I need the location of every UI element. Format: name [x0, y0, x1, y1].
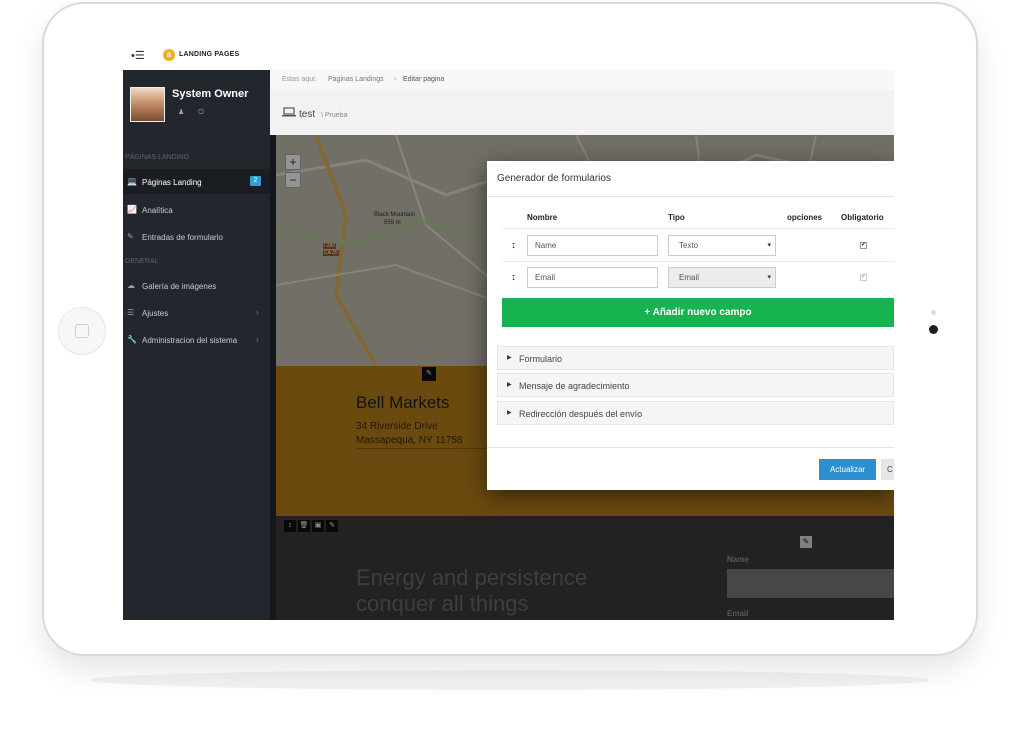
field-type-value: Texto	[679, 241, 699, 250]
modal-header-divider	[487, 196, 894, 197]
sidebar-item-landing-pages[interactable]: 💻 Páginas Landing 2	[123, 169, 270, 194]
chevron-down-icon: ▾	[767, 274, 771, 281]
user-name: System Owner	[172, 88, 249, 100]
sidebar-item-label: Páginas Landing	[142, 178, 202, 187]
caret-right-icon: ▶	[507, 355, 512, 361]
caret-right-icon: ▶	[507, 382, 512, 388]
accordion-label: Redirección después del envío	[519, 409, 643, 419]
sidebar-item-label: Ajustes	[142, 309, 169, 318]
field-type-select[interactable]: Email ▾	[668, 267, 776, 288]
sidebar: System Owner ♟ ⏻ PÁGINAS LANDING 💻 Págin…	[123, 70, 270, 620]
breadcrumb-current: Editar pagina	[403, 76, 445, 83]
page-title: test	[299, 109, 316, 120]
sidebar-item-image-gallery[interactable]: ☁ Galería de imágenes	[123, 273, 270, 298]
sliders-icon: ☰	[127, 308, 135, 317]
section-label-general: GENERAL	[125, 258, 159, 265]
field-name-input[interactable]: Email	[527, 267, 658, 288]
count-badge: 2	[250, 176, 261, 186]
required-checkbox[interactable]: ✔	[860, 242, 867, 249]
field-name-input[interactable]: Name	[527, 235, 658, 256]
sidebar-item-label: Analítica	[142, 206, 173, 215]
brand-logo-icon: a	[163, 49, 175, 61]
sidebar-item-form-entries[interactable]: ✎ Entradas de formulario	[123, 224, 270, 249]
chart-icon: 📈	[127, 205, 137, 214]
tablet-shadow	[90, 670, 930, 690]
sidebar-item-label: Entradas de formulario	[142, 233, 223, 242]
sidebar-item-label: Galería de imágenes	[142, 282, 217, 291]
breadcrumb-link-landings[interactable]: Paginas Landings	[328, 76, 384, 83]
accordion-redirect[interactable]: ▶ Redirección después del envío	[497, 401, 894, 425]
chevron-right-icon: ›	[256, 308, 259, 317]
laptop-icon	[282, 107, 296, 120]
brand-label[interactable]: LANDING PAGES	[179, 51, 239, 58]
sidebar-item-settings[interactable]: ☰ Ajustes ›	[123, 300, 270, 325]
page-header: test \ Prueba	[270, 90, 894, 136]
accordion-label: Formulario	[519, 354, 563, 364]
accordion-thank-you[interactable]: ▶ Mensaje de agradecimiento	[497, 373, 894, 397]
app-screen: •☰ a LANDING PAGES System Owner ♟ ⏻ PÁGI…	[123, 42, 894, 620]
tablet-camera	[929, 325, 938, 334]
chevron-down-icon: ▾	[767, 242, 771, 249]
cloud-icon: ☁	[127, 281, 135, 290]
sidebar-item-system-admin[interactable]: 🔧 Administracion del sistema ›	[123, 327, 270, 352]
chevron-right-icon: ›	[256, 335, 259, 344]
add-field-button[interactable]: + Añadir nuevo campo	[502, 298, 894, 327]
user-action-icons[interactable]: ♟ ⏻	[178, 108, 210, 117]
column-header-obligatorio: Obligatorio	[841, 213, 884, 222]
drag-handle-icon[interactable]: ↕	[511, 240, 516, 251]
accordion-label: Mensaje de agradecimiento	[519, 381, 630, 391]
drag-handle-icon[interactable]: ↕	[511, 272, 516, 283]
row-divider	[502, 261, 894, 262]
breadcrumb-prefix: Estas aqui:	[282, 76, 317, 83]
section-label-landing: PÁGINAS LANDING	[125, 154, 190, 161]
table-header-divider	[502, 228, 894, 229]
caret-right-icon: ▶	[507, 410, 512, 416]
field-type-value: Email	[679, 273, 700, 282]
page-subtitle: \ Prueba	[321, 112, 348, 119]
column-header-opciones: opciones	[787, 213, 823, 222]
sidebar-item-analytics[interactable]: 📈 Analítica	[123, 197, 270, 222]
modal-footer-divider	[487, 447, 894, 448]
breadcrumb: Estas aqui: Paginas Landings › Editar pa…	[270, 70, 894, 91]
edit-icon: ✎	[127, 232, 134, 241]
column-header-nombre: Nombre	[527, 213, 558, 222]
avatar[interactable]	[130, 87, 165, 122]
menu-toggle-icon[interactable]: •☰	[131, 49, 145, 62]
close-button[interactable]: C	[881, 459, 894, 480]
update-button[interactable]: Actualizar	[819, 459, 876, 480]
accordion-form[interactable]: ▶ Formulario	[497, 346, 894, 370]
modal-title: Generador de formularios	[497, 173, 611, 184]
top-bar: •☰ a LANDING PAGES	[123, 42, 894, 71]
required-checkbox[interactable]: ✔	[860, 274, 867, 281]
home-button	[58, 307, 106, 355]
column-header-tipo: Tipo	[668, 213, 685, 222]
form-builder-modal: Generador de formularios Nombre Tipo opc…	[487, 161, 894, 490]
tablet-sensor	[931, 310, 936, 315]
field-type-select[interactable]: Texto ▾	[668, 235, 776, 256]
breadcrumb-separator: ›	[394, 76, 397, 83]
laptop-icon: 💻	[127, 177, 137, 186]
sidebar-item-label: Administracion del sistema	[142, 336, 238, 345]
wrench-icon: 🔧	[127, 335, 137, 344]
